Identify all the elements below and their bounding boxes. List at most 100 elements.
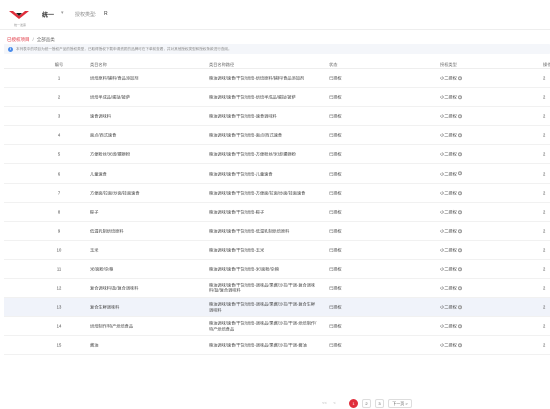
table-row[interactable]: 9 低温乳制烘焙原料 粮油调味/速食/干货/烘焙-低温乳制烘焙原料 已授权 小二授权? 2 xyxy=(4,222,550,241)
table-row[interactable]: 15 酱油 粮油调味/速食/干货/烘焙-调味品/果酱/沙拉/干调-酱油 已授权 小二授权… xyxy=(4,336,550,356)
help-icon[interactable]: ? xyxy=(458,171,463,176)
row-auth-type: 小二授权? xyxy=(440,304,463,310)
row-status: 已授权 xyxy=(329,266,342,272)
row-action[interactable]: 2 xyxy=(543,266,545,271)
help-icon[interactable]: ? xyxy=(458,305,463,310)
prev-page-button[interactable]: < xyxy=(330,399,339,408)
help-icon[interactable]: ? xyxy=(458,286,463,291)
help-icon[interactable]: ? xyxy=(458,133,463,138)
row-action[interactable]: 2 xyxy=(543,228,545,233)
help-icon[interactable]: ? xyxy=(458,324,463,329)
help-icon[interactable]: ? xyxy=(458,95,463,100)
column-header-path: 类目名称路径 xyxy=(209,61,235,67)
row-category-path: 粮油调味/速食/干货/烘焙-米/面粉/杂粮 xyxy=(209,266,280,272)
row-auth-type: 小二授权? xyxy=(440,75,463,81)
category-table: 编号 类目名称 类目名称路径 状态 授权类型 操作 1 烘焙原料/辅料/食品添加剂… xyxy=(4,59,550,356)
help-icon[interactable]: ? xyxy=(458,228,463,233)
help-icon[interactable]: ? xyxy=(458,114,463,119)
auth-type-value: R xyxy=(104,10,108,17)
breadcrumb-current: 全部品类 xyxy=(36,37,55,42)
row-status: 已授权 xyxy=(329,189,342,195)
row-action[interactable]: 2 xyxy=(543,304,545,309)
row-action[interactable]: 2 xyxy=(543,114,545,119)
table-row[interactable]: 10 玉米 粮油调味/速食/干货/烘焙-玉米 已授权 小二授权? 2 xyxy=(4,241,550,260)
table-row[interactable]: 12 复合调味料/盐/复合调味料 粮油调味/速食/干货/烘焙-调味品/果酱/沙拉/干… xyxy=(4,279,550,299)
row-number: 8 xyxy=(57,209,61,214)
table-row[interactable]: 14 烘焙制作/特产烘焙食品 粮油调味/速食/干货/烘焙-调味品/果酱/沙拉/干调-… xyxy=(4,317,550,337)
brand-name[interactable]: 统一 xyxy=(42,10,54,19)
help-icon[interactable]: ? xyxy=(458,267,463,272)
row-category-name: 面点/西式速食 xyxy=(90,132,117,138)
row-auth-type: 小二授权? xyxy=(440,342,463,348)
breadcrumb-parent-link[interactable]: 已授权项目 xyxy=(7,37,30,42)
row-action[interactable]: 2 xyxy=(543,190,545,195)
table-row[interactable]: 1 烘焙原料/辅料/食品添加剂 粮油调味/速食/干货/烘焙-烘焙原料/辅料/食品添加… xyxy=(4,69,550,89)
row-number: 2 xyxy=(57,94,61,100)
row-status: 已授权 xyxy=(329,113,342,119)
top-bar: 统一发票 统一 ▾ 授权类型: R xyxy=(0,0,550,30)
row-action[interactable]: 2 xyxy=(543,343,545,348)
help-icon[interactable]: ? xyxy=(458,190,463,195)
row-action[interactable]: 2 xyxy=(543,209,545,214)
help-icon[interactable]: ? xyxy=(458,152,463,157)
row-category-name: 复合生鲜调味料 xyxy=(90,304,120,310)
row-status: 已授权 xyxy=(329,342,342,348)
table-row[interactable]: 4 面点/西式速食 粮油调味/速食/干货/烘焙-面点/西式速食 已授权 小二授权? 2 xyxy=(4,126,550,146)
help-icon[interactable]: ? xyxy=(458,209,463,214)
row-category-name: 复合调味料/盐/复合调味料 xyxy=(90,285,139,291)
column-header-number: 编号 xyxy=(54,61,64,67)
help-icon[interactable]: ? xyxy=(458,76,463,81)
table-row[interactable]: 2 烘焙半成品/蛋挞/披萨 粮油调味/速食/干货/烘焙-烘焙半成品/蛋挞/披萨 已授权… xyxy=(4,88,550,108)
table-row[interactable]: 8 粽子 粮油调味/速食/干货/烘焙-粽子 已授权 小二授权? 2 xyxy=(4,203,550,222)
logo-caption: 统一发票 xyxy=(13,23,26,27)
row-status: 已授权 xyxy=(329,228,342,234)
help-icon[interactable]: ? xyxy=(458,343,463,348)
row-number: 9 xyxy=(57,228,61,234)
row-action[interactable]: 2 xyxy=(543,247,545,252)
row-category-path: 粮油调味/速食/干货/烘焙-粽子 xyxy=(209,209,265,214)
page-button-3[interactable]: 3 xyxy=(375,399,384,408)
row-number: 15 xyxy=(56,342,62,348)
row-action[interactable]: 2 xyxy=(543,133,545,138)
table-row[interactable]: 6 儿童速食 粮油调味/速食/干货/烘焙-儿童速食 已授权 小二授权? 2 xyxy=(4,164,550,184)
auth-type-label: 授权类型: xyxy=(75,11,97,18)
column-header-auth-type: 授权类型 xyxy=(440,61,457,67)
row-status: 已授权 xyxy=(329,247,342,253)
page-button-1[interactable]: 1 xyxy=(349,399,358,408)
table-row[interactable]: 5 方便粉丝/米线/螺蛳粉 粮油调味/速食/干货/烘焙-方便粉丝/米线/螺蛳粉 已授权… xyxy=(4,145,550,165)
row-category-path: 粮油调味/速食/干货/烘焙-调味品/果酱/沙拉/干调-复合生鲜调味料 xyxy=(209,301,316,313)
row-status: 已授权 xyxy=(329,304,342,310)
row-action[interactable]: 2 xyxy=(543,75,545,80)
first-page-button[interactable]: << xyxy=(320,399,329,408)
row-category-name: 方便面/拉面/炒面/挂面速食 xyxy=(90,189,140,195)
row-category-name: 粽子 xyxy=(90,209,99,214)
row-category-path: 粮油调味/速食/干货/烘焙-方便面/拉面/炒面/挂面速食 xyxy=(209,189,306,195)
row-auth-type: 小二授权? xyxy=(440,228,463,234)
next-page-button[interactable]: 下一页 > xyxy=(388,399,412,408)
row-category-name: 烘焙制作/特产烘焙食品 xyxy=(90,323,134,329)
row-category-path: 粮油调味/速食/干货/烘焙-调味品/果酱/沙拉/干调-酱油 xyxy=(209,342,307,348)
row-category-name: 玉米 xyxy=(90,247,99,253)
chevron-down-icon[interactable]: ▾ xyxy=(61,10,64,16)
page-button-2[interactable]: 2 xyxy=(362,399,371,408)
table-row[interactable]: 13 复合生鲜调味料 粮油调味/速食/干货/烘焙-调味品/果酱/沙拉/干调-复合生鲜… xyxy=(4,298,550,318)
row-action[interactable]: 2 xyxy=(543,94,545,99)
row-auth-type: 小二授权? xyxy=(440,170,463,176)
table-row[interactable]: 7 方便面/拉面/炒面/挂面速食 粮油调味/速食/干货/烘焙-方便面/拉面/炒面/挂… xyxy=(4,184,550,203)
row-action[interactable]: 2 xyxy=(543,324,545,329)
row-category-path: 粮油调味/速食/干货/烘焙-调味品/果酱/沙拉/干调-复合调味料/盐/复合调味料 xyxy=(209,282,316,294)
row-action[interactable]: 2 xyxy=(543,285,545,290)
row-category-path: 粮油调味/速食/干货/烘焙-低温乳制烘焙原料 xyxy=(209,228,290,234)
brand-logo-icon[interactable] xyxy=(7,8,31,23)
table-row[interactable]: 11 米/面粉/杂粮 粮油调味/速食/干货/烘焙-米/面粉/杂粮 已授权 小二授权? 2 xyxy=(4,260,550,280)
row-auth-type: 小二授权? xyxy=(440,189,463,195)
help-icon[interactable]: ? xyxy=(458,248,463,253)
row-action[interactable]: 2 xyxy=(543,152,545,157)
row-category-name: 速食调味料 xyxy=(90,113,111,119)
table-row[interactable]: 3 速食调味料 粮油调味/速食/干货/烘焙-速食调味料 已授权 小二授权? 2 xyxy=(4,107,550,127)
row-category-path: 粮油调味/速食/干货/烘焙-方便粉丝/米线/螺蛳粉 xyxy=(209,151,296,157)
row-status: 已授权 xyxy=(329,151,342,157)
row-action[interactable]: 2 xyxy=(543,171,545,176)
row-number: 3 xyxy=(57,113,61,119)
row-number: 7 xyxy=(57,189,61,195)
